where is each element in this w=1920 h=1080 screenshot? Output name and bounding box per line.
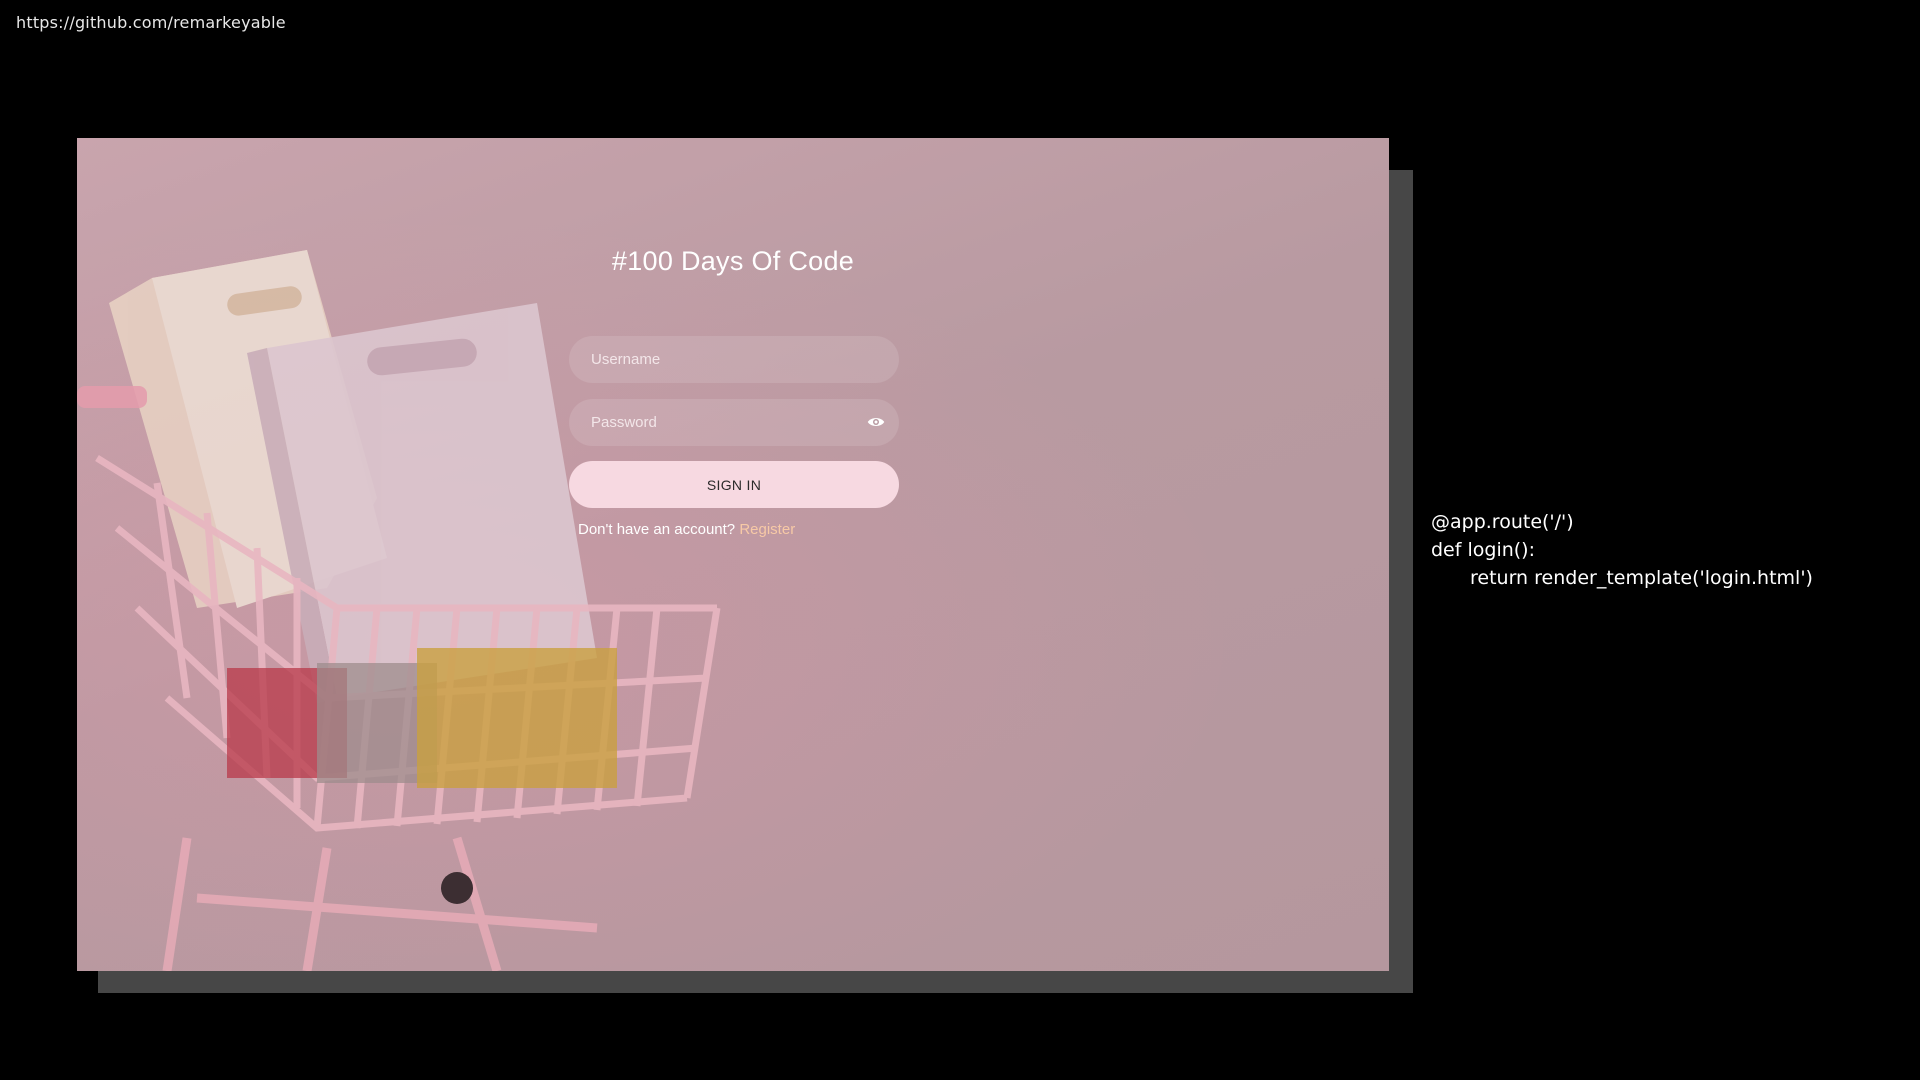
code-line-route: @app.route('/') bbox=[1431, 511, 1574, 533]
code-snippet: @app.route('/') def login(): return rend… bbox=[1431, 508, 1813, 592]
username-field[interactable] bbox=[569, 336, 899, 383]
app-title: #100 Days Of Code bbox=[611, 246, 855, 276]
login-page-screenshot: #100 Days Of Code SIGN IN Don't have an … bbox=[77, 138, 1389, 971]
register-prompt: Don't have an account? Register bbox=[578, 521, 795, 538]
no-account-text: Don't have an account? bbox=[578, 521, 736, 538]
code-line-return: return render_template('login.html') bbox=[1470, 567, 1813, 589]
github-url-caption: https://github.com/remarkeyable bbox=[16, 13, 286, 32]
eye-icon[interactable] bbox=[867, 414, 885, 430]
password-input[interactable] bbox=[589, 413, 879, 432]
register-link[interactable]: Register bbox=[739, 521, 795, 538]
password-field[interactable] bbox=[569, 399, 899, 446]
code-line-def: def login(): bbox=[1431, 539, 1535, 561]
sign-in-button[interactable]: SIGN IN bbox=[569, 461, 899, 508]
username-input[interactable] bbox=[589, 350, 879, 369]
